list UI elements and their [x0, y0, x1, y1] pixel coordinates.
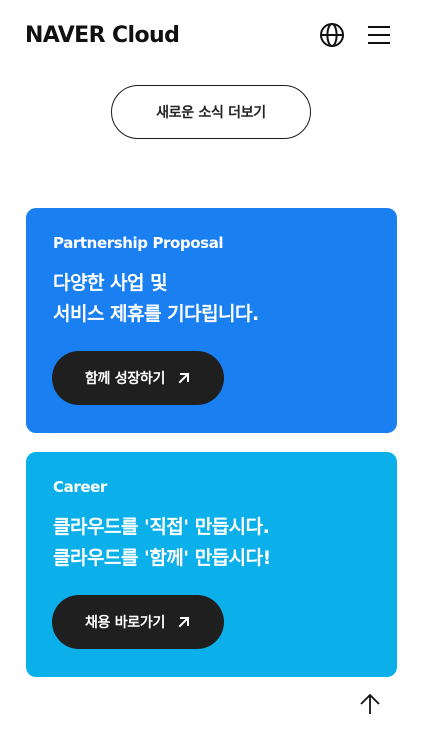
arrow-up-right-icon — [177, 615, 191, 629]
card-eyebrow: Career — [53, 478, 107, 496]
card-eyebrow: Partnership Proposal — [53, 234, 224, 252]
headline-line: 클라우드를 '직접' 만듭시다. — [53, 516, 270, 538]
arrow-up-right-icon — [177, 371, 191, 385]
more-news-button[interactable]: 새로운 소식 더보기 — [111, 85, 311, 139]
headline-line: 서비스 제휴를 기다립니다. — [53, 303, 259, 325]
headline-line: 다양한 사업 및 — [53, 272, 168, 294]
cta-label: 함께 성장하기 — [84, 371, 166, 387]
menu-button[interactable] — [364, 20, 394, 50]
grow-together-button[interactable]: 함께 성장하기 — [52, 351, 224, 405]
hamburger-menu-icon — [368, 26, 390, 44]
naver-cloud-logo[interactable]: NAVER Cloud — [25, 22, 180, 50]
scroll-to-top-button[interactable] — [343, 677, 397, 731]
partnership-card: Partnership Proposal 다양한 사업 및 서비스 제휴를 기다… — [26, 208, 397, 433]
card-headline: 클라우드를 '직접' 만듭시다. 클라우드를 '함께' 만듭시다! — [53, 512, 271, 574]
headline-line: 클라우드를 '함께' 만듭시다! — [53, 547, 271, 569]
globe-icon — [320, 23, 344, 47]
language-button[interactable] — [317, 20, 347, 50]
arrow-up-icon — [360, 693, 380, 714]
career-card: Career 클라우드를 '직접' 만듭시다. 클라우드를 '함께' 만듭시다!… — [26, 452, 397, 677]
cta-label: 채용 바로가기 — [84, 615, 166, 631]
card-headline: 다양한 사업 및 서비스 제휴를 기다립니다. — [53, 268, 259, 330]
careers-button[interactable]: 채용 바로가기 — [52, 595, 224, 649]
site-header: NAVER Cloud — [0, 0, 422, 72]
